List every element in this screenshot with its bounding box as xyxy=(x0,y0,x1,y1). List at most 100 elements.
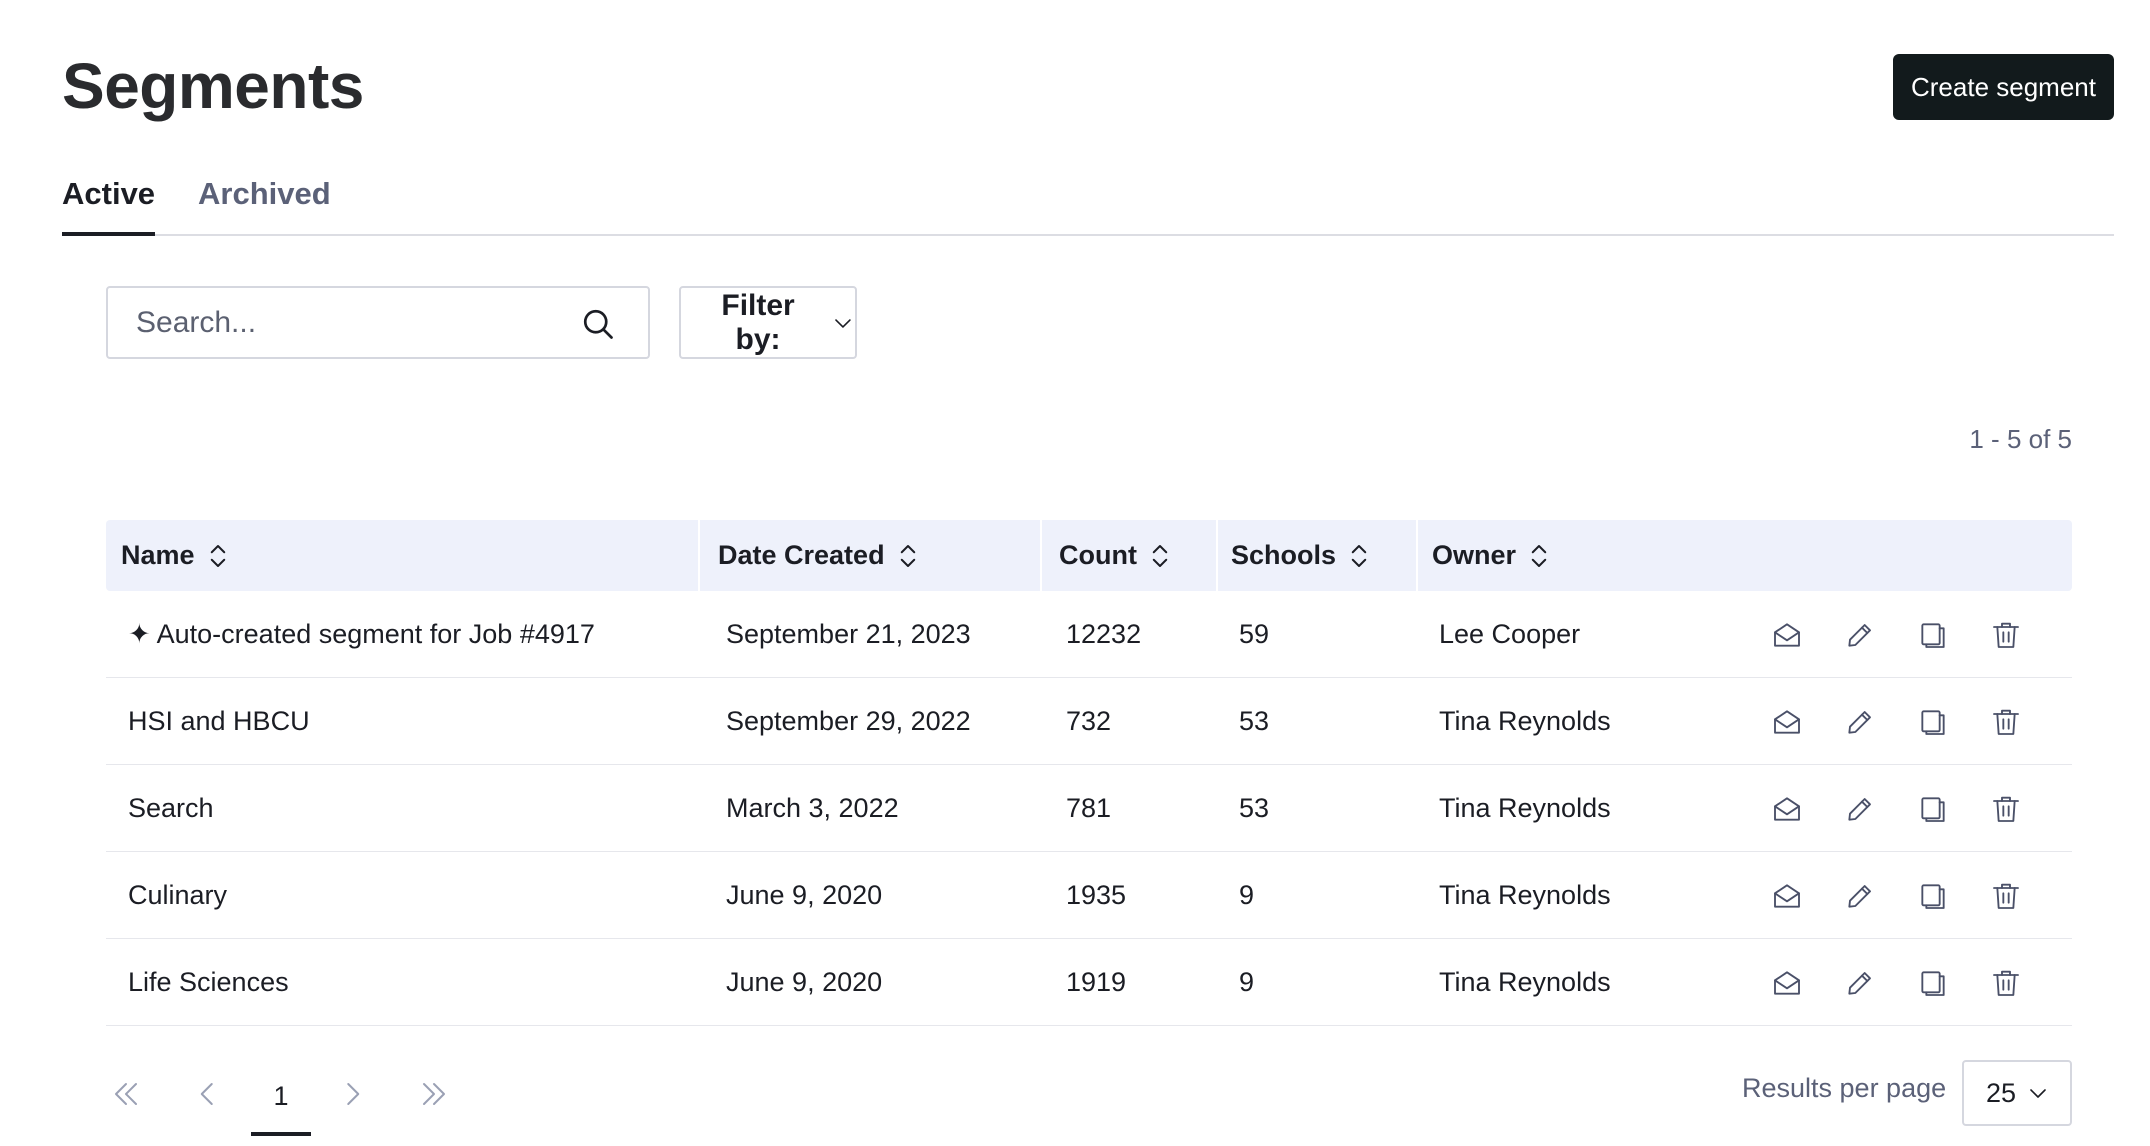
email-segment-button[interactable] xyxy=(1769,617,1805,653)
cell-owner: Tina Reynolds xyxy=(1439,880,1611,910)
search-icon[interactable] xyxy=(580,306,616,342)
cell-schools: 9 xyxy=(1239,880,1255,910)
pencil-icon xyxy=(1848,623,1871,647)
duplicate-segment-button[interactable] xyxy=(1915,617,1951,653)
copy-icon xyxy=(1921,709,1945,735)
chevron-left-icon xyxy=(200,1083,213,1105)
trash-icon xyxy=(1993,970,2019,996)
email-segment-button[interactable] xyxy=(1769,965,1805,1001)
column-label: Count xyxy=(1059,540,1137,570)
delete-segment-button[interactable] xyxy=(1988,617,2024,653)
chevron-right-icon xyxy=(347,1083,360,1105)
filter-label: Filter by: xyxy=(721,288,795,356)
search-box xyxy=(106,286,650,359)
delete-segment-button[interactable] xyxy=(1988,965,2024,1001)
column-header-schools[interactable]: Schools xyxy=(1231,520,1370,591)
edit-segment-button[interactable] xyxy=(1842,704,1878,740)
trash-icon xyxy=(1993,796,2019,822)
sort-icon xyxy=(210,544,225,567)
copy-icon xyxy=(1921,796,1945,822)
column-label: Name xyxy=(121,540,195,570)
row-actions xyxy=(1769,939,2061,1026)
table-row[interactable]: Search March 3, 2022 781 53 Tina Reynolds xyxy=(106,765,2072,852)
trash-icon xyxy=(1993,883,2019,909)
duplicate-segment-button[interactable] xyxy=(1915,791,1951,827)
envelope-open-icon xyxy=(1774,796,1800,821)
table-row[interactable]: Culinary June 9, 2020 1935 9 Tina Reynolds xyxy=(106,852,2072,939)
envelope-open-icon xyxy=(1774,883,1800,908)
filter-dropdown[interactable]: Filter by: xyxy=(679,286,857,359)
column-header-date-created[interactable]: Date Created xyxy=(718,520,919,591)
trash-icon xyxy=(1993,709,2019,735)
page-number-current[interactable]: 1 xyxy=(251,1060,311,1136)
table-row[interactable]: HSI and HBCU September 29, 2022 732 53 Tina … xyxy=(106,678,2072,765)
previous-page-button[interactable] xyxy=(188,1074,228,1114)
page-title: Segments xyxy=(62,50,364,122)
cell-date-created: June 9, 2020 xyxy=(726,967,883,997)
row-actions xyxy=(1769,852,2061,939)
column-divider xyxy=(698,520,700,591)
duplicate-segment-button[interactable] xyxy=(1915,704,1951,740)
cell-date-created: September 21, 2023 xyxy=(726,619,971,649)
next-page-button[interactable] xyxy=(332,1074,372,1114)
pencil-icon xyxy=(1848,710,1871,734)
sort-icon xyxy=(900,544,915,567)
cell-name: Life Sciences xyxy=(128,967,289,997)
results-per-page-label: Results per page xyxy=(1742,1073,1947,1103)
delete-segment-button[interactable] xyxy=(1988,791,2024,827)
cell-name: Search xyxy=(128,793,214,823)
row-actions xyxy=(1769,765,2061,852)
envelope-open-icon xyxy=(1774,622,1800,647)
delete-segment-button[interactable] xyxy=(1988,704,2024,740)
sort-icon xyxy=(1531,544,1547,567)
tab-active[interactable]: Active xyxy=(62,176,156,236)
tab-bar: Active Archived xyxy=(62,170,2114,236)
cell-name: Culinary xyxy=(128,880,228,910)
cell-owner: Tina Reynolds xyxy=(1439,793,1611,823)
envelope-open-icon xyxy=(1774,970,1800,995)
cell-count: 1935 xyxy=(1066,880,1127,910)
pencil-icon xyxy=(1848,971,1871,995)
double-chevron-right-icon xyxy=(423,1083,445,1105)
column-header-count[interactable]: Count xyxy=(1059,520,1171,591)
pagination: 1 xyxy=(106,1060,506,1140)
column-label: Schools xyxy=(1231,540,1337,570)
copy-icon xyxy=(1921,622,1945,648)
first-page-button[interactable] xyxy=(106,1074,146,1114)
edit-segment-button[interactable] xyxy=(1842,965,1878,1001)
segments-table: Name Date Created Count Schools Owner ✦ … xyxy=(106,520,2072,1026)
email-segment-button[interactable] xyxy=(1769,791,1805,827)
copy-icon xyxy=(1921,883,1945,909)
create-segment-button[interactable]: Create segment xyxy=(1893,54,2114,120)
table-body: ✦ Auto-created segment for Job #4917 Sept… xyxy=(106,591,2072,1026)
tab-archived[interactable]: Archived xyxy=(198,176,331,236)
double-chevron-left-icon xyxy=(115,1083,137,1105)
column-header-owner[interactable]: Owner xyxy=(1432,520,1550,591)
edit-segment-button[interactable] xyxy=(1842,791,1878,827)
cell-owner: Tina Reynolds xyxy=(1439,967,1611,997)
table-row[interactable]: Life Sciences June 9, 2020 1919 9 Tina Reyno… xyxy=(106,939,2072,1026)
duplicate-segment-button[interactable] xyxy=(1915,965,1951,1001)
email-segment-button[interactable] xyxy=(1769,704,1805,740)
column-label: Date Created xyxy=(718,540,885,570)
chevron-down-icon xyxy=(2030,1089,2046,1098)
cell-date-created: September 29, 2022 xyxy=(726,706,971,736)
pencil-icon xyxy=(1848,797,1871,821)
table-row[interactable]: ✦ Auto-created segment for Job #4917 Sept… xyxy=(106,591,2072,678)
delete-segment-button[interactable] xyxy=(1988,878,2024,914)
row-actions xyxy=(1769,591,2061,678)
column-header-name[interactable]: Name xyxy=(121,520,229,591)
copy-icon xyxy=(1921,970,1945,996)
cell-count: 12232 xyxy=(1066,619,1142,649)
edit-segment-button[interactable] xyxy=(1842,878,1878,914)
duplicate-segment-button[interactable] xyxy=(1915,878,1951,914)
edit-segment-button[interactable] xyxy=(1842,617,1878,653)
results-per-page-select[interactable]: 25 xyxy=(1962,1060,2072,1126)
cell-schools: 9 xyxy=(1239,967,1255,997)
last-page-button[interactable] xyxy=(414,1074,454,1114)
chevron-down-icon xyxy=(835,318,851,328)
email-segment-button[interactable] xyxy=(1769,878,1805,914)
cell-name: ✦ Auto-created segment for Job #4917 xyxy=(128,619,595,649)
search-input[interactable] xyxy=(136,305,566,340)
cell-name: HSI and HBCU xyxy=(128,706,310,736)
